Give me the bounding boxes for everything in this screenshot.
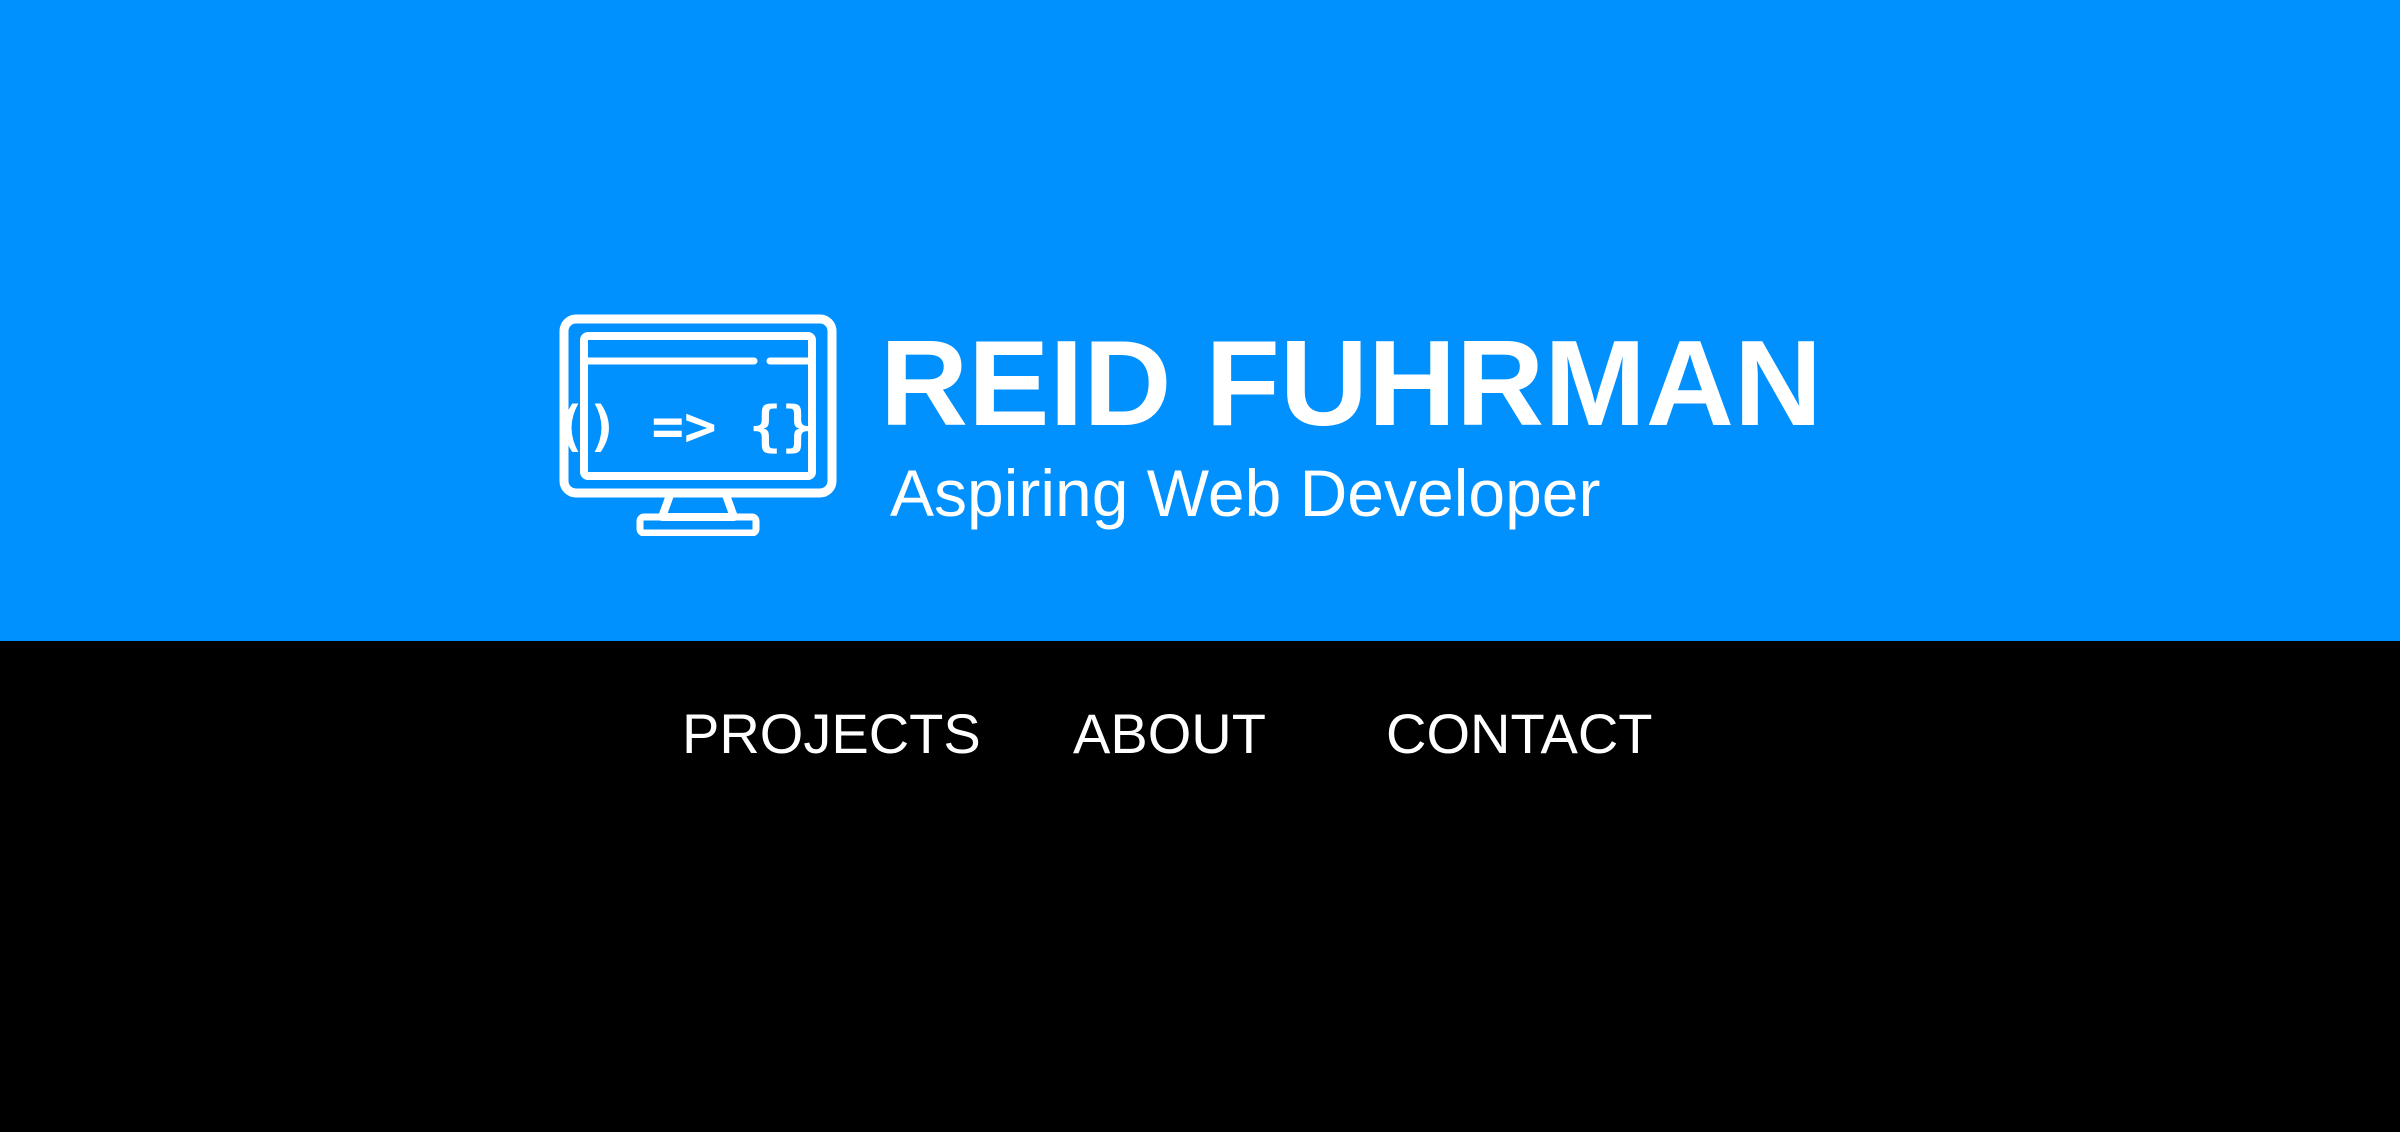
monitor-code-icon: () => {} — [554, 313, 838, 537]
nav-link-contact[interactable]: CONTACT — [1386, 701, 1653, 767]
site-tagline: Aspiring Web Developer — [890, 456, 1601, 530]
nav-link-about[interactable]: ABOUT — [1073, 701, 1266, 767]
site-header: () => {} REID FUHRMAN Aspiring Web Devel… — [0, 0, 2400, 641]
site-name: REID FUHRMAN — [880, 315, 1823, 451]
main-nav: PROJECTS ABOUT CONTACT — [0, 641, 2400, 1132]
logo-code-glyphs: () => {} — [558, 395, 814, 458]
nav-link-projects[interactable]: PROJECTS — [682, 701, 981, 767]
monitor-code-icon-svg: () => {} — [554, 314, 837, 537]
